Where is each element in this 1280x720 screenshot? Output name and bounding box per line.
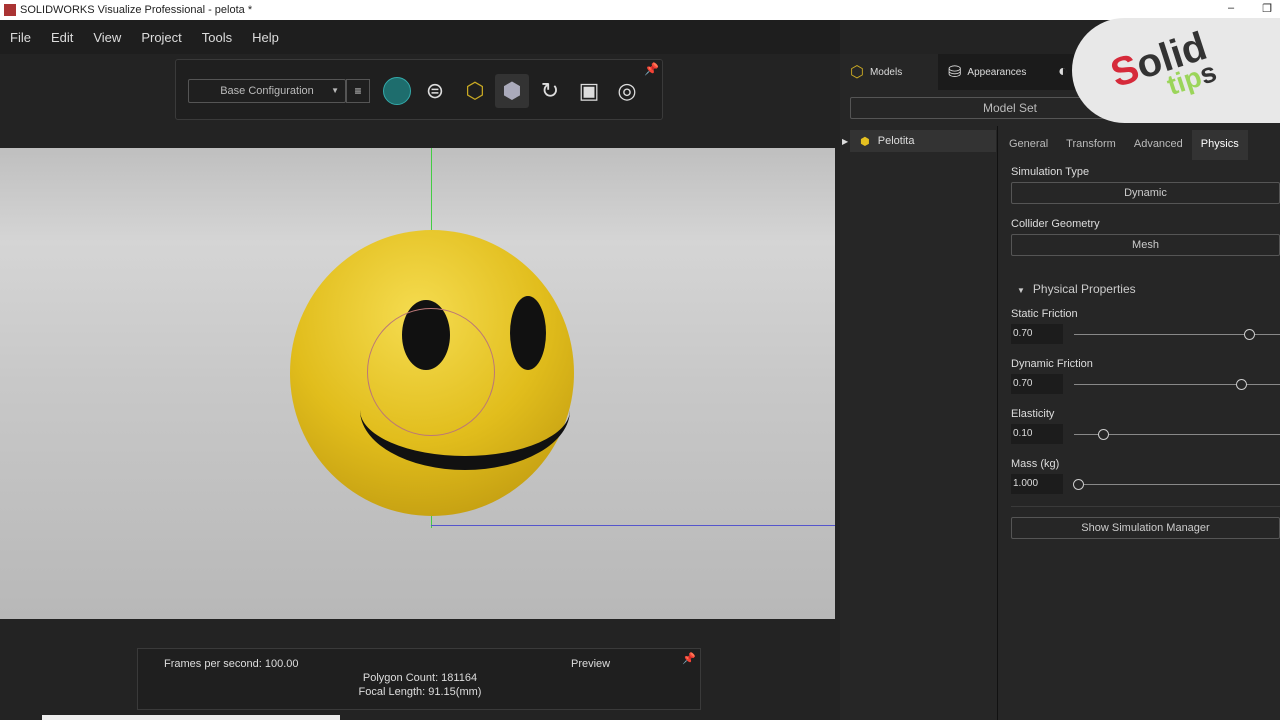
slider-handle[interactable]: [1097, 428, 1109, 440]
aperture-icon: ◎: [617, 78, 637, 103]
slider-track[interactable]: [1074, 428, 1280, 440]
fps-label: Frames per second: 100.00: [164, 658, 299, 670]
reset-button[interactable]: ↻: [533, 74, 567, 108]
show-simulation-manager-button[interactable]: Show Simulation Manager: [1011, 517, 1280, 539]
slider-track[interactable]: [1074, 328, 1280, 340]
turntable-icon: ⊜: [425, 78, 445, 103]
slider-group: Static Friction 0.70: [1011, 308, 1280, 344]
status-panel: Frames per second: 100.00 Preview Polygo…: [137, 648, 701, 710]
pin-icon[interactable]: 📌: [682, 652, 696, 665]
slider-label: Static Friction: [1011, 308, 1078, 320]
polygon-count: Polygon Count: 181164: [362, 672, 478, 684]
slider-label: Elasticity: [1011, 408, 1055, 420]
menu-bar: File Edit View Project Tools Help: [0, 20, 840, 54]
simulation-type-label: Simulation Type: [1011, 166, 1090, 178]
menu-tools[interactable]: Tools: [202, 30, 232, 45]
pin-icon[interactable]: 📌: [644, 62, 659, 76]
sphere-icon: [383, 77, 411, 105]
cube-icon: ⬡: [850, 64, 864, 81]
tab-advanced[interactable]: Advanced: [1125, 130, 1192, 160]
section-title: Physical Properties: [1032, 282, 1136, 296]
menu-view[interactable]: View: [93, 30, 121, 45]
title-bar: SOLIDWORKS Visualize Professional - pelo…: [0, 0, 1280, 20]
tab-transform[interactable]: Transform: [1057, 130, 1125, 160]
slider-label: Mass (kg): [1011, 458, 1060, 470]
menu-help[interactable]: Help: [252, 30, 279, 45]
viewport-toolbar: Base Configuration ▼ ≡ ⊜ ⬡ ⬢ ↻ ▣ ◎ 📌: [175, 59, 663, 120]
minimize-button[interactable]: –: [1228, 2, 1234, 15]
menu-file[interactable]: File: [10, 30, 31, 45]
configuration-dropdown[interactable]: Base Configuration ▼: [188, 79, 346, 103]
tab-models[interactable]: ⬡ Models: [840, 54, 938, 90]
smiley-ball[interactable]: [290, 230, 574, 516]
horizontal-scrollbar[interactable]: [42, 715, 340, 720]
slider-value-input[interactable]: 1.000: [1011, 474, 1063, 494]
menu-edit[interactable]: Edit: [51, 30, 73, 45]
tab-general[interactable]: General: [1000, 130, 1057, 160]
render-mode-button[interactable]: [380, 74, 414, 108]
cylinder-icon: ⛁: [948, 64, 962, 81]
environment-icon: ◐: [1058, 63, 1068, 80]
solidtips-watermark: Solid tips: [1072, 18, 1280, 123]
collapse-arrow-icon: ▼: [1017, 286, 1025, 295]
model-tree: ▶ ⬢ Pelotita: [840, 126, 998, 720]
window-title: SOLIDWORKS Visualize Professional - pelo…: [20, 4, 253, 16]
camera-button[interactable]: ◎: [610, 74, 644, 108]
refresh-icon: ↻: [540, 78, 560, 103]
slider-track[interactable]: [1073, 478, 1280, 490]
focal-length: Focal Length: 91.15(mm): [358, 686, 482, 698]
turntable-button[interactable]: ⊜: [418, 74, 452, 108]
slider-handle[interactable]: [1244, 328, 1256, 340]
chevron-down-icon: ▼: [331, 86, 339, 95]
select-model-button[interactable]: ⬡: [458, 74, 492, 108]
tab-label: Models: [869, 66, 903, 78]
tab-physics[interactable]: Physics: [1191, 130, 1248, 160]
collider-geometry-select[interactable]: Mesh: [1011, 234, 1280, 256]
render-mode-label: Preview: [571, 658, 611, 670]
slider-group: Mass (kg) 1.000: [1011, 458, 1280, 494]
tab-appearances[interactable]: ⛁ Appearances: [938, 54, 1048, 90]
simulation-type-select[interactable]: Dynamic: [1011, 182, 1280, 204]
tree-item-pelotita[interactable]: ▶ ⬢ Pelotita: [842, 130, 996, 152]
slider-value-input[interactable]: 0.70: [1011, 374, 1063, 394]
slider-label: Dynamic Friction: [1011, 358, 1093, 370]
expand-arrow-icon[interactable]: ▶: [842, 137, 848, 146]
tab-label: Appearances: [967, 66, 1027, 78]
configuration-value: Base Configuration: [220, 85, 314, 97]
collider-geometry-label: Collider Geometry: [1011, 218, 1100, 230]
snap-to-floor-button[interactable]: ▣: [572, 74, 606, 108]
properties-panel: ⬡ Models ⛁ Appearances ◐ Model Set ▶ ⬢ Pelot…: [840, 54, 1280, 720]
configuration-list-button[interactable]: ≡: [346, 79, 370, 103]
cube-select-icon: ⬡: [465, 78, 485, 103]
slider-handle[interactable]: [1073, 478, 1085, 490]
menu-project[interactable]: Project: [141, 30, 181, 45]
slider-group: Elasticity 0.10: [1011, 408, 1280, 444]
box-arrow-icon: ▣: [578, 78, 600, 103]
slider-track[interactable]: [1074, 378, 1280, 390]
slider-handle[interactable]: [1235, 378, 1247, 390]
transform-gizmo-icon: ⬢: [502, 78, 522, 103]
x-axis-line: [431, 525, 835, 526]
3d-viewport[interactable]: [0, 148, 835, 619]
slider-value-input[interactable]: 0.70: [1011, 324, 1063, 344]
restore-button[interactable]: ❐: [1262, 2, 1272, 15]
transform-button[interactable]: ⬢: [495, 74, 529, 108]
app-logo-icon: [4, 4, 16, 16]
tree-item-label: Pelotita: [877, 135, 915, 147]
slider-value-input[interactable]: 0.10: [1011, 424, 1063, 444]
physical-properties-section[interactable]: ▼ Physical Properties: [1017, 282, 1280, 296]
model-icon: ⬢: [860, 135, 870, 148]
slider-group: Dynamic Friction 0.70: [1011, 358, 1280, 394]
rotation-gizmo[interactable]: [367, 308, 495, 436]
